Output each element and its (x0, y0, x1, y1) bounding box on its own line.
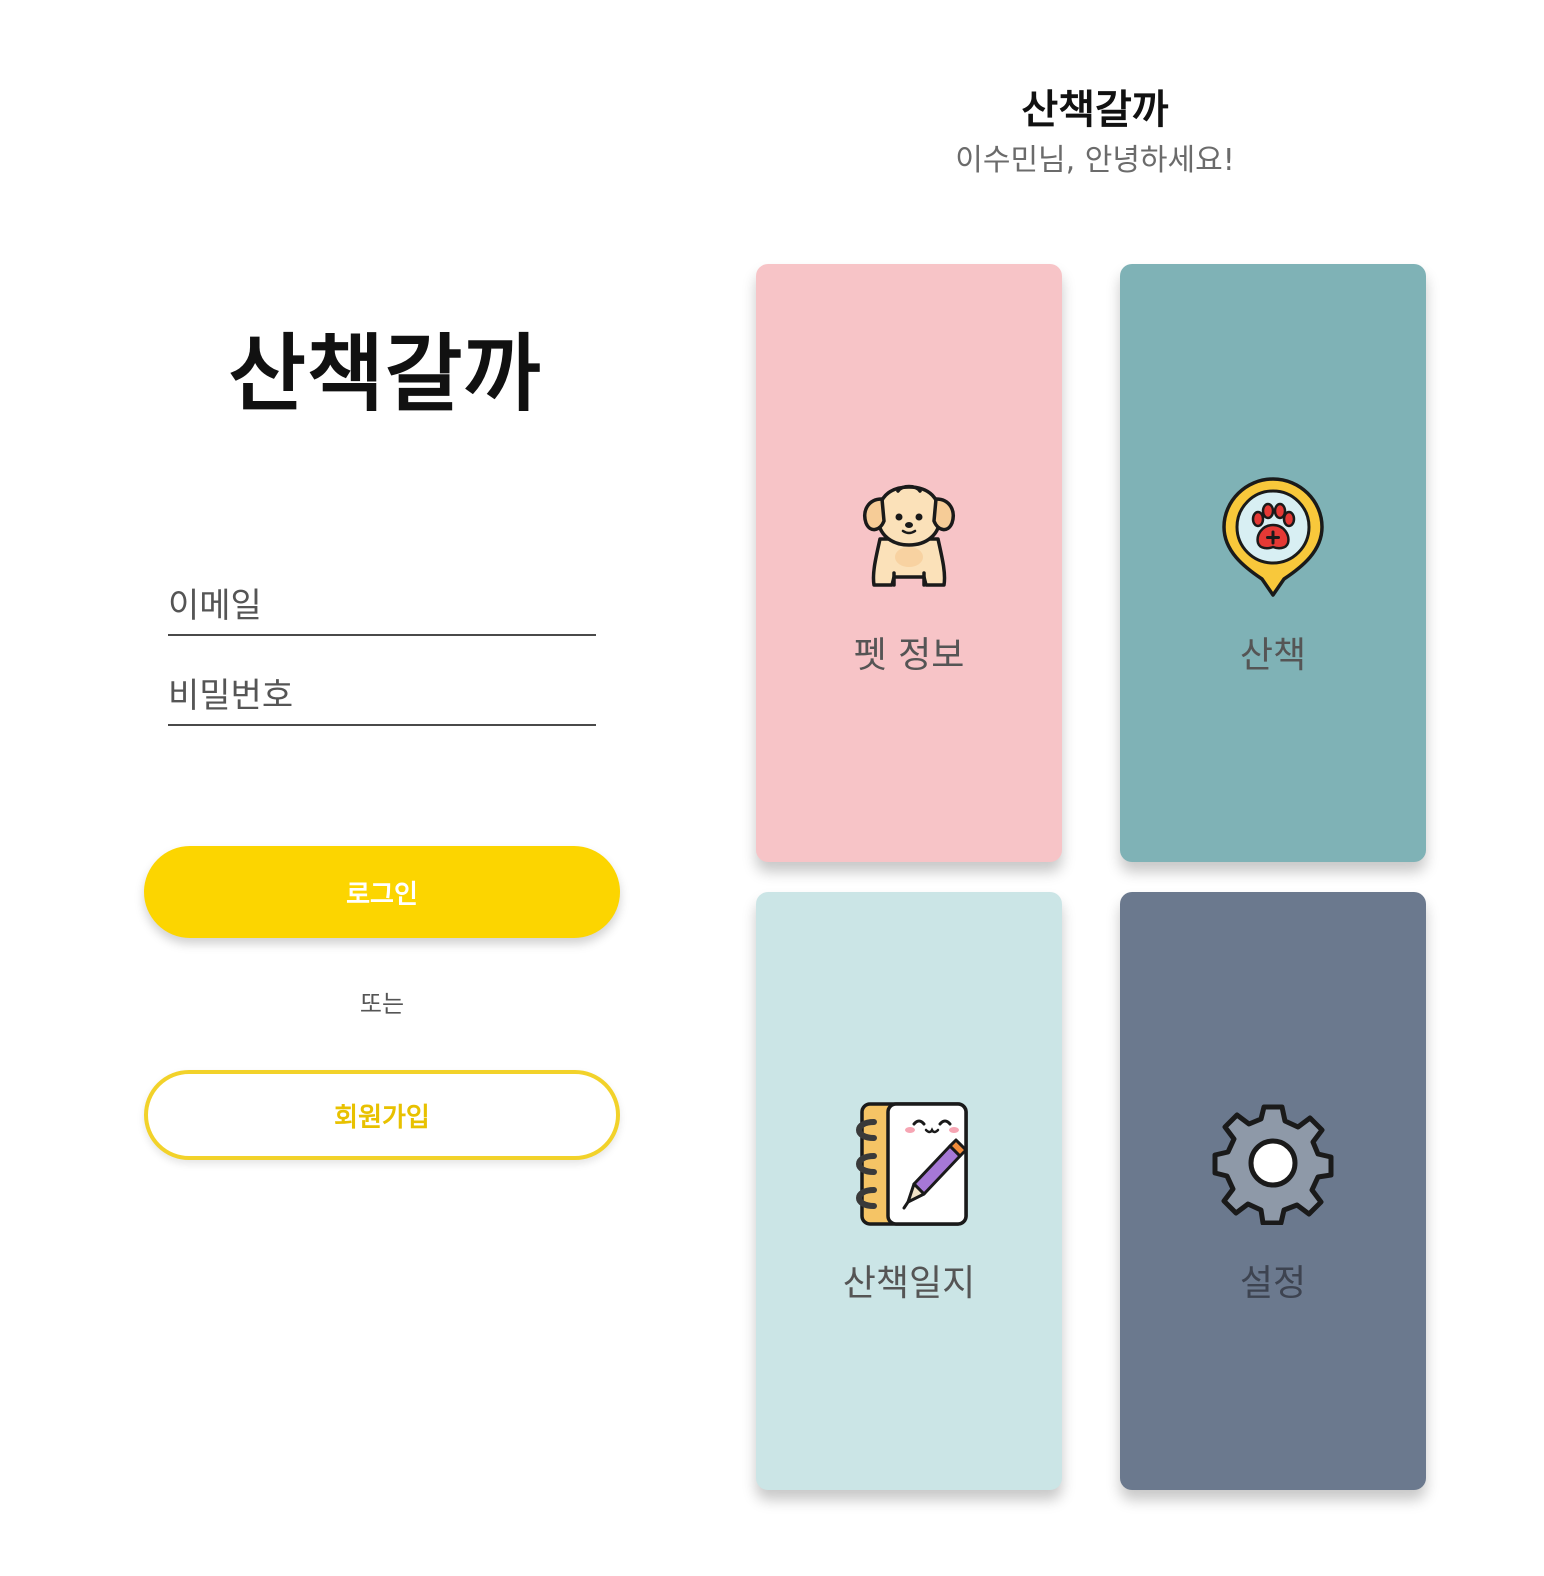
walk-card[interactable]: 산책 (1120, 264, 1426, 862)
walk-diary-card[interactable]: 산책일지 (756, 892, 1062, 1490)
app-logo: 산책갈까 (228, 325, 542, 423)
walk-card-label: 산책 (1239, 635, 1307, 676)
settings-card[interactable]: 설정 (1120, 892, 1426, 1490)
pet-info-card-label: 펫 정보 (853, 635, 965, 676)
settings-card-label: 설정 (1239, 1263, 1307, 1304)
gear-icon (1208, 1098, 1338, 1228)
notebook-pen-icon (844, 1098, 974, 1228)
greeting-text: 이수민님, 안녕하세요! (955, 143, 1235, 178)
password-field-wrapper (168, 676, 596, 726)
signup-button[interactable]: 회원가입 (144, 1070, 620, 1160)
paw-location-pin-icon (1208, 472, 1338, 602)
password-field[interactable] (168, 676, 596, 724)
email-field-wrapper (168, 586, 596, 636)
email-field[interactable] (168, 586, 596, 634)
walk-diary-card-label: 산책일지 (842, 1263, 976, 1304)
home-title: 산책갈까 (1021, 87, 1169, 133)
pet-info-card[interactable]: 펫 정보 (756, 264, 1062, 862)
page: 산책갈까 로그인 또는 회원가입 산책갈까 이수민님, 안녕하세요! (0, 0, 1544, 1576)
login-button-label: 로그인 (346, 879, 418, 910)
or-divider-text: 또는 (359, 990, 405, 1018)
login-button[interactable]: 로그인 (144, 846, 620, 938)
signup-button-label: 회원가입 (334, 1102, 430, 1133)
dog-icon (844, 472, 974, 602)
